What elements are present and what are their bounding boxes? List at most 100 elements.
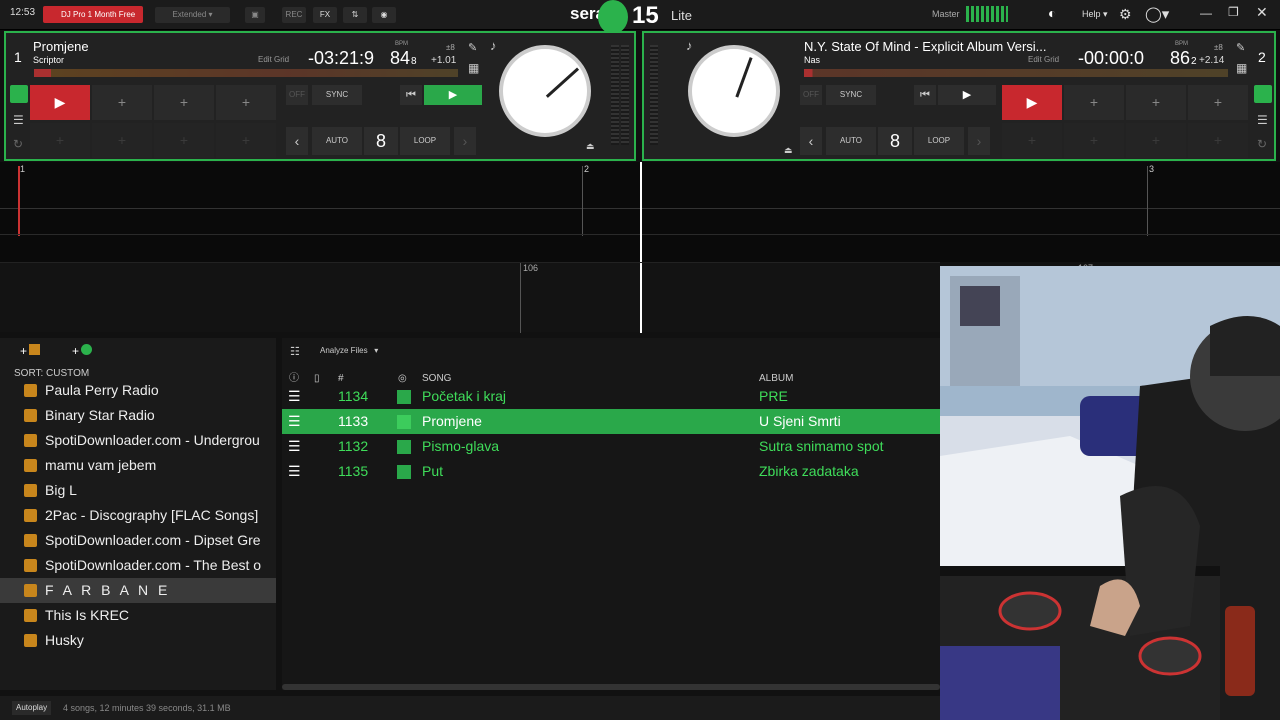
shield-icon[interactable]: ▣ [245,7,265,23]
minimize-icon[interactable]: — [1200,6,1212,20]
edit-grid-button[interactable]: Edit Grid [1028,55,1059,64]
cue-back-button[interactable]: ⏮ [400,85,422,105]
maximize-icon[interactable]: ❐ [1228,5,1239,19]
mic-icon[interactable]: ◉ [372,7,396,23]
eject-icon[interactable]: ⏏ [586,141,595,152]
help-menu[interactable]: Help ▾ [1082,9,1108,20]
extended-dropdown[interactable]: Extended ▾ [155,7,230,23]
cue-pad-4[interactable]: + [216,85,276,120]
cue-pad-3[interactable]: + [154,85,214,120]
loop-mode-icon[interactable]: ↻ [1257,137,1267,151]
list-view-icon[interactable]: ☷ [290,345,300,358]
time-remaining[interactable]: -03:21:9 [308,48,374,69]
loop-mode-icon[interactable]: ↻ [13,137,23,151]
autoplay-button[interactable]: Autoplay [12,701,52,715]
keylock-off-button[interactable]: OFF [800,85,822,105]
pitch-range[interactable]: ±8 [1214,43,1223,52]
account-icon[interactable]: ◯▾ [1145,5,1169,23]
cue-pad-7[interactable]: + [154,123,214,158]
horizontal-scrollbar[interactable] [282,684,940,690]
table-row[interactable]: ☰ 1134 Početak i kraj PRE [282,384,940,409]
note-icon[interactable]: ♪ [686,38,693,53]
crate-item[interactable]: 2Pac - Discography [FLAC Songs] [0,503,276,528]
cue-pad-7[interactable]: + [1126,123,1186,158]
track-title: Promjene [33,39,89,54]
cue-back-button[interactable]: ⏮ [914,85,936,105]
crate-item[interactable]: F A R B A N E [0,578,276,603]
pitch-range[interactable]: ±8 [446,43,455,52]
cue-pad-5[interactable]: + [1002,123,1062,158]
cue-pad-1[interactable]: ▶ [1002,85,1062,120]
table-row[interactable]: ☰ 1135 Put Zbirka zadataka [282,459,940,484]
mixer-icon[interactable]: ⇅ [343,7,367,23]
version-number: 15 [632,2,659,29]
deck-2-platter[interactable] [688,45,780,137]
deck-1-platter[interactable] [499,45,591,137]
sync-button[interactable]: SYNC [826,85,876,105]
panel-toggle-icon[interactable]: ☰ [1257,113,1268,127]
promo-button[interactable]: DJ Pro 1 Month Free [43,6,143,23]
loop-prev-button[interactable]: ‹ [800,127,822,155]
cue-pad-1[interactable]: ▶ [30,85,90,120]
analyze-files-button[interactable]: Analyze Files ▾ [320,346,378,355]
track-artist: Nas [804,55,821,65]
key-edit-icon[interactable]: ✎ [468,41,477,54]
cue-pad-8[interactable]: + [216,123,276,158]
crate-item[interactable]: Husky [0,628,276,653]
add-crate-button[interactable]: + [20,344,41,358]
crate-item[interactable]: mamu vam jebem [0,453,276,478]
cue-pad-4[interactable]: + [1188,85,1248,120]
sync-button[interactable]: SYNC [312,85,362,105]
downbeat-line [1147,166,1148,236]
grid-icon[interactable]: ▦ [468,61,479,75]
moon-icon[interactable]: ◐ [1048,5,1056,21]
grid-icon[interactable]: ▦ [1236,61,1247,75]
crate-item[interactable]: This Is KREC [0,603,276,628]
play-button[interactable]: ▶ [424,85,482,105]
cue-pad-2[interactable]: + [92,85,152,120]
crate-item[interactable]: SpotiDownloader.com - The Best o [0,553,276,578]
cue-pad-6[interactable]: + [1064,123,1124,158]
play-button[interactable]: ▶ [938,85,996,105]
autoloop-button[interactable]: AUTO [826,127,876,155]
cue-pad-3[interactable]: + [1126,85,1186,120]
settings-gear-icon[interactable]: ⚙ [1119,6,1132,23]
loop-length[interactable]: 8 [364,127,398,155]
loop-next-button[interactable]: › [454,127,476,155]
track-overview[interactable] [804,69,1228,77]
note-icon[interactable]: ♪ [490,38,497,53]
panel-toggle-icon[interactable]: ☰ [13,113,24,127]
main-waveform[interactable]: 1 2 3 [0,162,1280,262]
key-edit-icon[interactable]: ✎ [1236,41,1245,54]
add-smart-crate-button[interactable]: + [72,344,93,358]
keylock-off-button[interactable]: OFF [286,85,308,105]
cue-mode-icon[interactable] [1254,85,1272,103]
cue-pad-6[interactable]: + [92,123,152,158]
crate-item[interactable]: Paula Perry Radio [0,378,276,403]
crate-item[interactable]: Big L [0,478,276,503]
loop-button[interactable]: LOOP [400,127,450,155]
crate-item[interactable]: Binary Star Radio [0,403,276,428]
table-row[interactable]: ☰ 1133 Promjene U Sjeni Smrti [282,409,940,434]
time-remaining[interactable]: -00:00:0 [1078,48,1144,69]
eject-icon[interactable]: ⏏ [784,145,793,156]
loop-next-button[interactable]: › [968,127,990,155]
rec-button[interactable]: REC [282,7,306,23]
fx-button[interactable]: FX [313,7,337,23]
track-number: 1132 [338,438,369,454]
crate-item[interactable]: SpotiDownloader.com - Dipset Gre [0,528,276,553]
cue-mode-icon[interactable] [10,85,28,103]
autoloop-button[interactable]: AUTO [312,127,362,155]
edit-grid-button[interactable]: Edit Grid [258,55,289,64]
cue-pad-2[interactable]: + [1064,85,1124,120]
secondary-waveform[interactable]: 106 107 [0,262,1093,333]
cue-pad-5[interactable]: + [30,123,90,158]
loop-button[interactable]: LOOP [914,127,964,155]
track-overview[interactable] [34,69,458,77]
table-row[interactable]: ☰ 1132 Pismo-glava Sutra snimamo spot [282,434,940,459]
loop-prev-button[interactable]: ‹ [286,127,308,155]
close-icon[interactable]: ✕ [1256,4,1268,21]
crate-item[interactable]: SpotiDownloader.com - Undergrou [0,428,276,453]
cue-pad-8[interactable]: + [1188,123,1248,158]
loop-length[interactable]: 8 [878,127,912,155]
